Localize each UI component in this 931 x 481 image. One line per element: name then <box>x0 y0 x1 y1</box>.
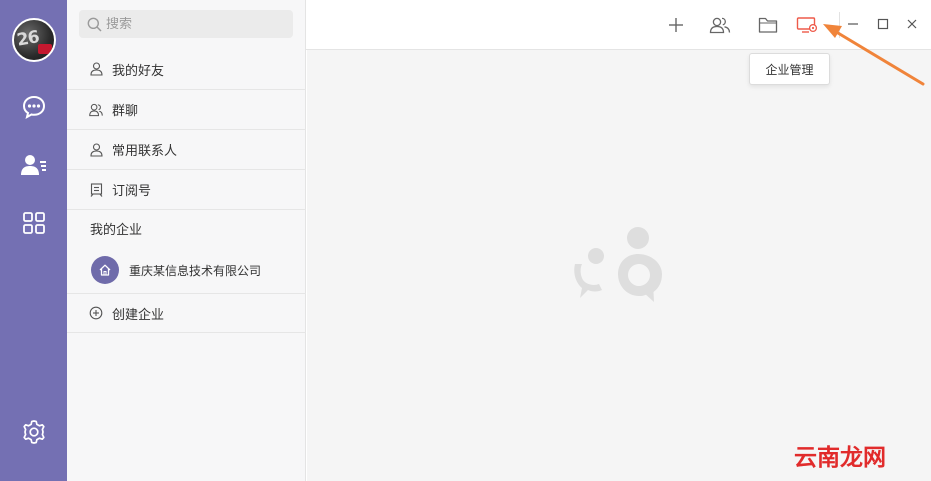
list-item-group-chat[interactable]: 群聊 <box>67 89 306 129</box>
contacts-list: 我的好友 群聊 常用联系人 订阅号 我的企业 重庆某信息技术有限公司 创建企业 <box>67 49 306 333</box>
list-item-my-friends[interactable]: 我的好友 <box>67 49 306 89</box>
search-box[interactable] <box>79 10 293 38</box>
folder-icon[interactable] <box>757 14 779 36</box>
list-item-frequent-contacts[interactable]: 常用联系人 <box>67 129 306 169</box>
settings-icon[interactable] <box>20 418 48 446</box>
avatar[interactable]: 26 <box>12 18 56 62</box>
annotation-arrow-icon <box>823 24 925 86</box>
main-content-area <box>307 50 931 481</box>
enterprise-item[interactable]: 重庆某信息技术有限公司 <box>67 247 306 293</box>
search-input[interactable] <box>106 16 286 32</box>
plus-icon[interactable] <box>665 14 687 36</box>
contacts-panel: 我的好友 群聊 常用联系人 订阅号 我的企业 <box>67 0 306 481</box>
search-icon <box>87 17 102 32</box>
group-icon <box>89 103 103 117</box>
contacts-card-icon[interactable] <box>20 151 48 179</box>
create-enterprise-label: 创建企业 <box>112 307 165 323</box>
avatar-decoration <box>38 44 52 54</box>
left-sidebar: 26 <box>0 0 67 481</box>
create-enterprise-button[interactable]: 创建企业 <box>67 293 306 333</box>
chat-icon[interactable] <box>20 93 48 121</box>
person-icon <box>89 62 103 76</box>
plus-circle-icon <box>89 306 103 320</box>
section-title: 我的企业 <box>90 223 143 238</box>
subscription-icon <box>89 182 103 197</box>
enterprise-name: 重庆某信息技术有限公司 <box>129 263 262 278</box>
home-icon <box>91 256 119 284</box>
apps-grid-icon[interactable] <box>20 209 48 237</box>
watermark-logo: 云南龙网 <box>794 445 886 471</box>
app-logo-placeholder-icon <box>572 226 668 310</box>
list-item-label: 常用联系人 <box>112 144 178 159</box>
avatar-text: 26 <box>15 27 41 51</box>
app-window: 26 搜索 我的好友 群聊 常用联系人 订阅号 我的企业 重庆某信息技术有限公司… <box>0 0 931 481</box>
list-item-subscriptions[interactable]: 订阅号 <box>67 169 306 209</box>
list-item-label: 订阅号 <box>112 184 152 199</box>
list-item-label: 群聊 <box>112 104 139 119</box>
contacts-icon[interactable] <box>709 14 731 36</box>
list-item-label: 我的好友 <box>112 63 165 79</box>
tooltip-text: 企业管理 <box>765 62 814 77</box>
person-icon <box>89 142 103 157</box>
enterprise-section-header: 我的企业 <box>67 209 306 247</box>
